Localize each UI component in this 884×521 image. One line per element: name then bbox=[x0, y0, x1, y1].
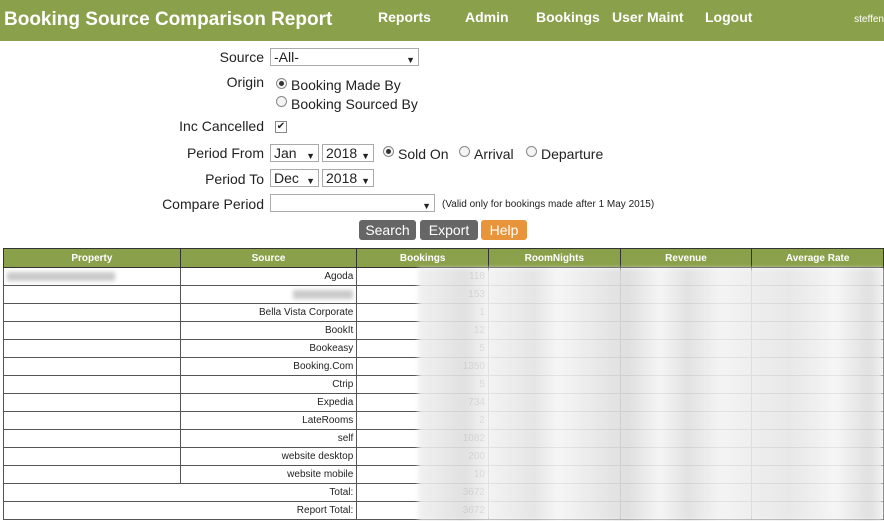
source-text: website mobile bbox=[287, 469, 354, 480]
source-cell bbox=[179, 285, 358, 304]
column-header-property: Property bbox=[3, 248, 181, 268]
source-cell: Expedia bbox=[179, 393, 358, 412]
column-header-revenue: Revenue bbox=[619, 248, 753, 268]
export-button[interactable]: Export bbox=[420, 220, 478, 240]
redacted-text bbox=[7, 271, 115, 281]
redacted-area bbox=[418, 268, 883, 521]
total-label: Report Total: bbox=[2, 501, 358, 520]
chevron-down-icon: ▼ bbox=[406, 55, 415, 65]
total-label: Total: bbox=[2, 483, 358, 502]
origin-made-by-label: Booking Made By bbox=[291, 77, 401, 93]
source-cell: Bella Vista Corporate bbox=[179, 303, 358, 322]
source-cell: Bookeasy bbox=[179, 339, 358, 358]
property-cell bbox=[3, 411, 181, 430]
source-text: Agoda bbox=[324, 271, 354, 282]
source-text: Bookeasy bbox=[309, 343, 354, 354]
column-header-source: Source bbox=[179, 248, 358, 268]
column-header-average-rate: Average Rate bbox=[751, 248, 884, 268]
column-header-roomnights: RoomNights bbox=[487, 248, 621, 268]
source-label: Source bbox=[219, 49, 264, 65]
source-cell: website mobile bbox=[179, 465, 358, 484]
compare-period-note: (Valid only for bookings made after 1 Ma… bbox=[442, 199, 655, 210]
page-title: Booking Source Comparison Report bbox=[4, 9, 333, 30]
inc-cancelled-label: Inc Cancelled bbox=[179, 118, 264, 134]
chevron-down-icon: ▼ bbox=[361, 151, 370, 161]
nav-bookings[interactable]: Bookings bbox=[536, 9, 600, 25]
source-select[interactable]: -All- ▼ bbox=[270, 48, 419, 66]
property-cell bbox=[3, 339, 181, 358]
arrival-label: Arrival bbox=[474, 146, 514, 162]
period-to-year-value: 2018 bbox=[326, 170, 358, 186]
sold-on-radio[interactable] bbox=[383, 146, 394, 157]
period-from-year-value: 2018 bbox=[326, 145, 358, 161]
source-text: Booking.Com bbox=[293, 361, 354, 372]
chevron-down-icon: ▼ bbox=[306, 151, 315, 161]
source-text: LateRooms bbox=[302, 415, 354, 426]
source-cell: Booking.Com bbox=[179, 357, 358, 376]
arrival-radio[interactable] bbox=[459, 146, 470, 157]
compare-period-select[interactable]: ▼ bbox=[270, 194, 435, 212]
property-cell bbox=[3, 357, 181, 376]
source-text: self bbox=[337, 433, 354, 444]
user-name: steffen bbox=[854, 14, 884, 25]
property-cell bbox=[3, 285, 181, 304]
chevron-down-icon: ▼ bbox=[306, 176, 315, 186]
source-cell: BookIt bbox=[179, 321, 358, 340]
nav-admin[interactable]: Admin bbox=[465, 9, 509, 25]
property-cell bbox=[3, 429, 181, 448]
search-button[interactable]: Search bbox=[359, 220, 416, 240]
source-text: Ctrip bbox=[332, 379, 354, 390]
property-cell bbox=[3, 321, 181, 340]
chevron-down-icon: ▼ bbox=[361, 176, 370, 186]
source-cell: self bbox=[179, 429, 358, 448]
header-bar: Booking Source Comparison Report Reports… bbox=[0, 0, 884, 41]
period-to-month-select[interactable]: Dec ▼ bbox=[270, 169, 319, 187]
redacted-text bbox=[293, 289, 354, 299]
property-cell bbox=[3, 447, 181, 466]
sold-on-label: Sold On bbox=[398, 146, 449, 162]
source-select-value: -All- bbox=[274, 49, 299, 65]
nav-reports[interactable]: Reports bbox=[378, 9, 431, 25]
origin-sourced-by-radio[interactable] bbox=[276, 96, 287, 107]
source-cell: Ctrip bbox=[179, 375, 358, 394]
nav-user-maint[interactable]: User Maint bbox=[612, 9, 684, 25]
chevron-down-icon: ▼ bbox=[422, 201, 431, 211]
source-text: BookIt bbox=[324, 325, 354, 336]
property-cell bbox=[3, 375, 181, 394]
period-to-label: Period To bbox=[205, 171, 264, 187]
inc-cancelled-checkbox[interactable]: ✔ bbox=[275, 121, 287, 133]
help-button[interactable]: Help bbox=[481, 220, 527, 240]
period-from-label: Period From bbox=[186, 145, 264, 161]
source-cell: Agoda bbox=[179, 267, 358, 286]
origin-sourced-by-label: Booking Sourced By bbox=[291, 96, 418, 112]
property-cell bbox=[3, 267, 181, 286]
compare-period-label: Compare Period bbox=[162, 196, 264, 212]
property-cell bbox=[3, 303, 181, 322]
property-cell bbox=[3, 393, 181, 412]
period-from-year-select[interactable]: 2018 ▼ bbox=[322, 144, 374, 162]
source-cell: website desktop bbox=[179, 447, 358, 466]
source-cell: LateRooms bbox=[179, 411, 358, 430]
origin-made-by-radio[interactable] bbox=[276, 78, 287, 89]
source-text: website desktop bbox=[281, 451, 354, 462]
period-from-month-value: Jan bbox=[274, 145, 297, 161]
period-to-month-value: Dec bbox=[274, 170, 299, 186]
departure-label: Departure bbox=[541, 146, 604, 162]
property-cell bbox=[3, 465, 181, 484]
origin-label: Origin bbox=[226, 74, 264, 90]
nav-logout[interactable]: Logout bbox=[705, 9, 752, 25]
period-to-year-select[interactable]: 2018 ▼ bbox=[322, 169, 374, 187]
source-text: Bella Vista Corporate bbox=[259, 307, 354, 318]
period-from-month-select[interactable]: Jan ▼ bbox=[270, 144, 319, 162]
departure-radio[interactable] bbox=[526, 146, 537, 157]
column-header-bookings: Bookings bbox=[356, 248, 489, 268]
source-text: Expedia bbox=[317, 397, 354, 408]
